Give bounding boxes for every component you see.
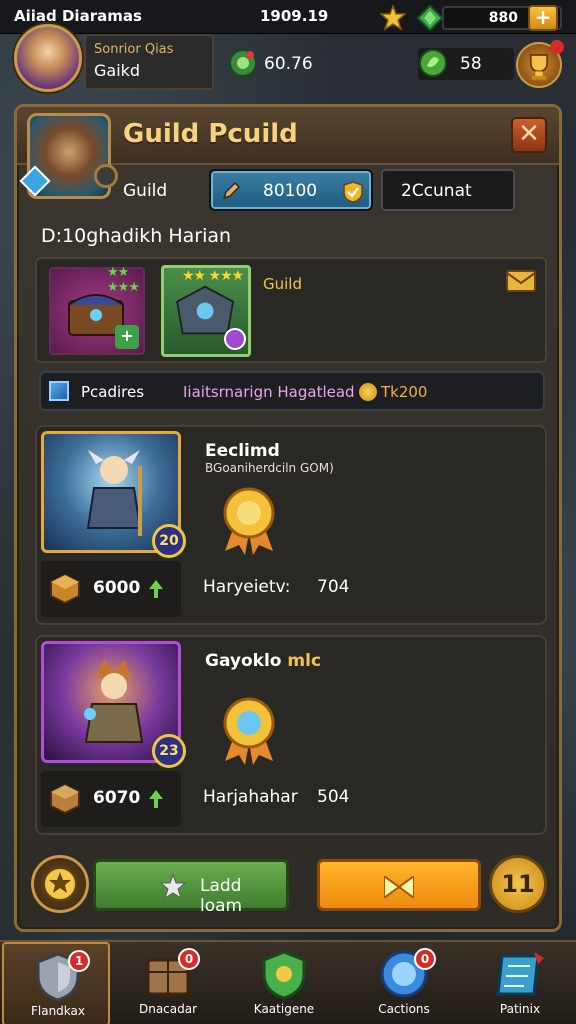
clover-icon (229, 49, 257, 77)
status-bar: Aiiad Diaramas 1909.19 880 + (0, 0, 576, 34)
member-name: Gayoklo mlc (205, 651, 321, 671)
cube-icon (50, 783, 80, 815)
guild-field-value: 80100 (263, 181, 318, 201)
count-button[interactable]: 11 (489, 855, 547, 913)
mail-icon[interactable] (505, 267, 537, 295)
coin-icon (359, 383, 377, 401)
shield-check-icon (343, 181, 363, 203)
add-currency-button[interactable]: + (528, 5, 558, 31)
player-rank: Sonrior Qias (94, 42, 174, 57)
scroll-map-icon (496, 952, 544, 996)
info-value: Tk200 (381, 383, 428, 401)
member-name-text: Gayoklo (205, 651, 282, 671)
clock: 1909.19 (260, 7, 329, 25)
reward-chest-item[interactable]: ★★ ★★★ + (49, 265, 145, 355)
nav-badge: 0 (414, 948, 436, 970)
info-name: Iiaitsrnarign Hagatlead (183, 383, 355, 401)
primary-action-label: Ladd loam (200, 876, 243, 916)
info-gem-icon (49, 381, 69, 401)
nav-label: Patinix (499, 1002, 541, 1016)
guild-count: 2Ccunat (381, 169, 515, 211)
nav-label: Flandkax (30, 1004, 85, 1018)
secondary-action-button[interactable] (317, 859, 481, 911)
member-level: 20 (152, 524, 186, 558)
star-icon (160, 874, 186, 900)
member-power-value: 6000 (93, 578, 141, 598)
member-level: 23 (152, 734, 186, 768)
currency-value: 880 (488, 10, 518, 26)
bottom-nav: 1 Flandkax 0 Dnacadar Kaatigene 0 Cactio… (0, 940, 576, 1024)
member-stat-label: Haryeietv: (203, 577, 291, 597)
guild-label: Guild (123, 181, 168, 201)
emblem-knob-icon (94, 164, 118, 188)
member-power-value: 6070 (93, 788, 141, 808)
player-avatar[interactable] (14, 24, 82, 92)
nav-badge: 0 (178, 948, 200, 970)
member-portrait: 23 (41, 641, 186, 768)
primary-action-button[interactable]: Ladd loam (93, 859, 289, 916)
trophy-button[interactable] (516, 40, 564, 88)
rarity-stars: ★★ ★★★ (182, 268, 244, 284)
nav-item-cactions[interactable]: 0 Cactions (350, 942, 458, 1024)
member-name: Eeclimd (205, 441, 280, 461)
arrow-up-icon (149, 580, 163, 598)
reward-stars: ★★ ★★★ (107, 265, 140, 295)
guild-description: D:10ghadikh Harian (41, 225, 232, 247)
settings-round-button[interactable] (31, 855, 89, 913)
reward-label: Guild (263, 275, 302, 293)
hero-warrior-icon (84, 660, 144, 743)
nav-item-flandkax[interactable]: 1 Flandkax (2, 942, 110, 1024)
resource-stat-2: 58 (418, 48, 514, 80)
arrow-up-icon (149, 790, 163, 808)
member-stat-label: Harjahahar (203, 787, 298, 807)
gear-icon (43, 867, 77, 901)
bow-icon (384, 876, 414, 898)
close-button[interactable]: ✕ (511, 117, 547, 153)
medal-icon (223, 697, 275, 765)
cube-icon (50, 573, 80, 605)
guild-emblem[interactable] (19, 113, 118, 199)
guild-field[interactable]: 80100 (209, 169, 373, 211)
member-power: 6070 (41, 771, 181, 827)
member-stat-value: 704 (317, 577, 350, 597)
resource-stat-1: 60.76 (228, 48, 368, 80)
member-power: 6000 (41, 561, 181, 617)
nav-badge: 1 (68, 950, 90, 972)
nav-item-patinix[interactable]: Patinix (466, 942, 574, 1024)
nav-label: Dnacadar (138, 1002, 198, 1016)
medal-icon (223, 487, 275, 555)
member-subtitle: BGoaniherdciln GOM) (205, 461, 334, 475)
resource-stat-1-value: 60.76 (264, 54, 313, 74)
member-name-suffix: mlc (287, 651, 322, 671)
page-title: Guild Pcuild (123, 119, 298, 149)
guild-panel: Guild Pcuild ✕ Guild 80100 2Ccunat D:10g… (14, 104, 562, 932)
hero-knight-icon (86, 450, 142, 536)
potion-icon (224, 328, 246, 350)
pencil-icon (222, 181, 241, 200)
nav-item-dnacadar[interactable]: 0 Dnacadar (114, 942, 222, 1024)
nav-label: Cactions (378, 1002, 430, 1016)
leaf-gem-icon (419, 49, 447, 77)
player-name: Gaikd (94, 61, 141, 80)
member-stat-value: 504 (317, 787, 350, 807)
reward-shield-item[interactable]: ★★ ★★★ (161, 265, 251, 357)
rewards-panel: ★★ ★★★ + ★★ ★★★ Guild (35, 257, 547, 363)
emblem-shield-icon (262, 950, 306, 1000)
notification-badge (550, 40, 564, 54)
add-reward-button[interactable]: + (115, 325, 139, 349)
nav-item-kaatigene[interactable]: Kaatigene (230, 942, 338, 1024)
nav-label: Kaatigene (253, 1002, 315, 1016)
app-title: Aiiad Diaramas (14, 7, 142, 25)
emblem-gem-icon (19, 165, 51, 197)
member-card[interactable]: 20 6000 Eeclimd BGoaniherdciln GOM) Hary… (35, 425, 547, 625)
member-portrait: 20 (41, 431, 186, 558)
info-label: Pcadires (81, 383, 145, 401)
guild-count-value: 2Ccunat (401, 181, 472, 201)
member-card[interactable]: 23 6070 Gayoklo mlc Harjahahar 504 (35, 635, 547, 835)
guild-info-strip: Pcadires Iiaitsrnarign Hagatlead Tk200 (39, 371, 545, 411)
star-icon[interactable] (380, 5, 406, 31)
player-info: Sonrior Qias Gaikd (84, 34, 214, 90)
gem-icon[interactable] (416, 4, 444, 32)
resource-stat-2-value: 58 (460, 54, 482, 74)
